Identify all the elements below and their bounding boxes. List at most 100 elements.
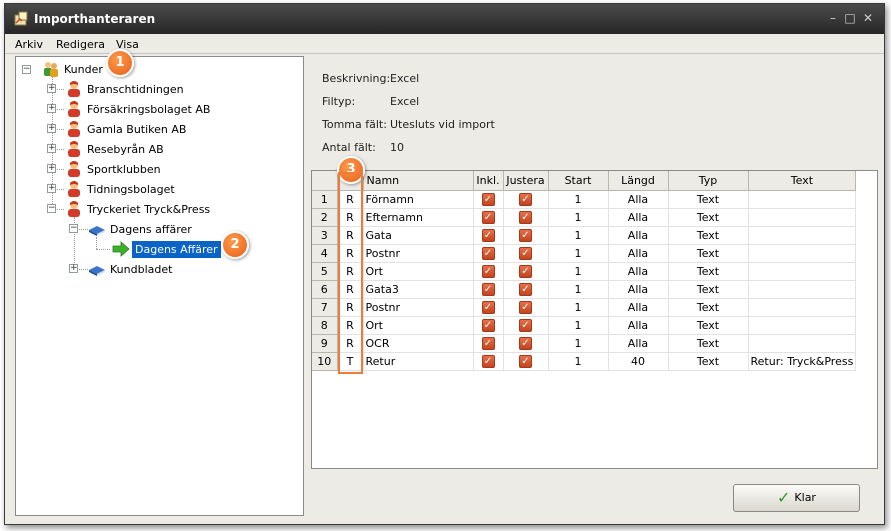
collapse-icon[interactable]: − xyxy=(22,65,31,74)
cell-length[interactable]: Alla xyxy=(608,208,669,227)
cell-field-name[interactable]: Retur xyxy=(363,352,474,371)
cell-start[interactable]: 1 xyxy=(548,244,609,263)
expand-icon[interactable]: + xyxy=(47,84,56,93)
cell-adjust[interactable]: ✓ xyxy=(503,244,549,263)
expand-icon[interactable]: + xyxy=(69,264,78,273)
checkbox-checked-icon[interactable]: ✓ xyxy=(519,300,532,314)
tree-root-label[interactable]: Kunder xyxy=(64,63,103,76)
table-row[interactable]: 10 T Retur ✓ ✓ 1 40 Text Retur: Tryck&Press xyxy=(312,352,857,371)
checkbox-checked-icon[interactable]: ✓ xyxy=(481,282,495,296)
cell-adjust[interactable]: ✓ xyxy=(503,190,549,209)
tree-customer[interactable]: Resebyrån AB xyxy=(87,143,164,156)
checkbox-checked-icon[interactable]: ✓ xyxy=(481,210,495,224)
maximize-icon[interactable]: □ xyxy=(844,12,856,24)
grid-header-text[interactable]: Text xyxy=(748,171,857,191)
checkbox-checked-icon[interactable]: ✓ xyxy=(481,318,495,332)
cell-text[interactable]: Retur: Tryck&Press xyxy=(748,352,857,371)
cell-type[interactable]: Text xyxy=(668,334,749,353)
cell-length[interactable]: Alla xyxy=(608,190,669,209)
cell-type[interactable]: Text xyxy=(668,316,749,335)
cell-field-name[interactable]: Postnr xyxy=(363,298,474,317)
cell-type[interactable]: Text xyxy=(668,280,749,299)
grid-header-start[interactable]: Start xyxy=(548,171,609,191)
checkbox-checked-icon[interactable]: ✓ xyxy=(519,264,532,278)
cell-length[interactable]: Alla xyxy=(608,262,669,281)
table-row[interactable]: 3 R Gata ✓ ✓ 1 Alla Text xyxy=(312,226,857,245)
cell-include[interactable]: ✓ xyxy=(473,262,504,281)
expand-icon[interactable]: + xyxy=(47,144,56,153)
collapse-icon[interactable]: − xyxy=(47,204,56,213)
grid-header-inkl[interactable]: Inkl. xyxy=(473,171,504,191)
cell-text[interactable] xyxy=(748,280,857,299)
tree-customer[interactable]: Gamla Butiken AB xyxy=(87,123,186,136)
cell-length[interactable]: Alla xyxy=(608,280,669,299)
cell-field-name[interactable]: Ort xyxy=(363,262,474,281)
grid-header[interactable] xyxy=(312,171,338,191)
close-icon[interactable]: ✕ xyxy=(862,12,874,24)
grid-header-justera[interactable]: Justera xyxy=(503,171,549,191)
cell-length[interactable]: Alla xyxy=(608,244,669,263)
title-bar[interactable]: Importhanteraren – □ ✕ xyxy=(5,4,884,34)
checkbox-checked-icon[interactable]: ✓ xyxy=(481,264,495,278)
cell-field-name[interactable]: Gata3 xyxy=(363,280,474,299)
checkbox-checked-icon[interactable]: ✓ xyxy=(519,192,532,206)
cell-adjust[interactable]: ✓ xyxy=(503,352,549,371)
cell-length[interactable]: Alla xyxy=(608,226,669,245)
cell-field-name[interactable]: OCR xyxy=(363,334,474,353)
cell-start[interactable]: 1 xyxy=(548,280,609,299)
cell-field-name[interactable]: Gata xyxy=(363,226,474,245)
table-row[interactable]: 1 R Förnamn ✓ ✓ 1 Alla Text xyxy=(312,190,857,209)
klar-button[interactable]: ✓ Klar xyxy=(733,484,860,512)
tree-customer[interactable]: Tidningsbolaget xyxy=(87,183,175,196)
cell-text[interactable] xyxy=(748,316,857,335)
cell-length[interactable]: Alla xyxy=(608,316,669,335)
cell-length[interactable]: 40 xyxy=(608,352,669,371)
cell-text[interactable] xyxy=(748,334,857,353)
grid-header-typ[interactable]: Typ xyxy=(668,171,749,191)
cell-include[interactable]: ✓ xyxy=(473,280,504,299)
checkbox-checked-icon[interactable]: ✓ xyxy=(519,282,532,296)
cell-start[interactable]: 1 xyxy=(548,190,609,209)
table-row[interactable]: 2 R Efternamn ✓ ✓ 1 Alla Text xyxy=(312,208,857,227)
table-row[interactable]: 5 R Ort ✓ ✓ 1 Alla Text xyxy=(312,262,857,281)
checkbox-checked-icon[interactable]: ✓ xyxy=(519,228,532,242)
grid-header-namn[interactable]: Namn xyxy=(363,171,474,191)
cell-field-name[interactable]: Förnamn xyxy=(363,190,474,209)
checkbox-checked-icon[interactable]: ✓ xyxy=(519,336,532,350)
cell-start[interactable]: 1 xyxy=(548,262,609,281)
cell-text[interactable] xyxy=(748,226,857,245)
expand-icon[interactable]: + xyxy=(47,184,56,193)
cell-adjust[interactable]: ✓ xyxy=(503,208,549,227)
field-grid[interactable]: Namn Inkl. Justera Start Längd Typ Text … xyxy=(311,170,878,469)
expand-icon[interactable]: + xyxy=(47,104,56,113)
cell-type[interactable]: Text xyxy=(668,244,749,263)
cell-start[interactable]: 1 xyxy=(548,352,609,371)
customer-tree[interactable]: − Kunder + Branschtidningen + Försäkring… xyxy=(15,56,304,516)
cell-adjust[interactable]: ✓ xyxy=(503,280,549,299)
tree-folder-kundbladet[interactable]: Kundbladet xyxy=(110,263,172,276)
cell-include[interactable]: ✓ xyxy=(473,190,504,209)
cell-include[interactable]: ✓ xyxy=(473,316,504,335)
cell-text[interactable] xyxy=(748,298,857,317)
minimize-icon[interactable]: – xyxy=(827,12,839,24)
cell-start[interactable]: 1 xyxy=(548,316,609,335)
cell-type[interactable]: Text xyxy=(668,208,749,227)
table-row[interactable]: 6 R Gata3 ✓ ✓ 1 Alla Text xyxy=(312,280,857,299)
cell-type[interactable]: Text xyxy=(668,262,749,281)
table-row[interactable]: 4 R Postnr ✓ ✓ 1 Alla Text xyxy=(312,244,857,263)
cell-include[interactable]: ✓ xyxy=(473,334,504,353)
checkbox-checked-icon[interactable]: ✓ xyxy=(519,210,532,224)
cell-include[interactable]: ✓ xyxy=(473,298,504,317)
tree-folder-dagens-affarer[interactable]: Dagens affärer xyxy=(110,223,192,236)
cell-type[interactable]: Text xyxy=(668,226,749,245)
cell-adjust[interactable]: ✓ xyxy=(503,334,549,353)
tree-selected-item[interactable]: Dagens Affärer xyxy=(132,241,221,258)
table-row[interactable]: 9 R OCR ✓ ✓ 1 Alla Text xyxy=(312,334,857,353)
cell-length[interactable]: Alla xyxy=(608,298,669,317)
cell-adjust[interactable]: ✓ xyxy=(503,226,549,245)
tree-customer[interactable]: Branschtidningen xyxy=(87,83,184,96)
cell-start[interactable]: 1 xyxy=(548,208,609,227)
checkbox-checked-icon[interactable]: ✓ xyxy=(481,228,495,242)
checkbox-checked-icon[interactable]: ✓ xyxy=(481,354,495,368)
cell-include[interactable]: ✓ xyxy=(473,208,504,227)
